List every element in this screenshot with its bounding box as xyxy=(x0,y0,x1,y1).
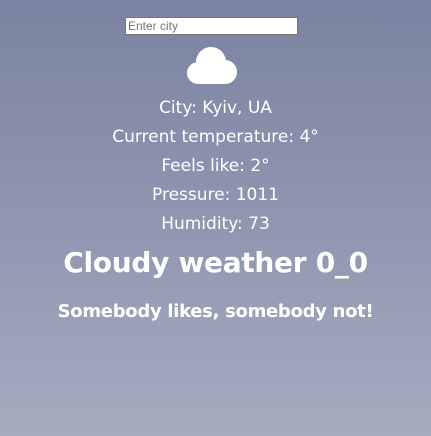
weather-tagline: Somebody likes, somebody not! xyxy=(57,301,374,322)
current-temperature-label: Current temperature: 4° xyxy=(112,127,319,147)
weather-app: City: Kyiv, UA Current temperature: 4° F… xyxy=(0,0,431,436)
weather-headline: Cloudy weather 0_0 xyxy=(63,246,368,279)
pressure-label: Pressure: 1011 xyxy=(152,185,279,205)
city-label: City: Kyiv, UA xyxy=(159,98,272,118)
humidity-label: Humidity: 73 xyxy=(161,214,270,234)
cloud-icon xyxy=(187,47,237,84)
city-search-input[interactable] xyxy=(125,17,298,35)
feels-like-label: Feels like: 2° xyxy=(161,156,270,176)
